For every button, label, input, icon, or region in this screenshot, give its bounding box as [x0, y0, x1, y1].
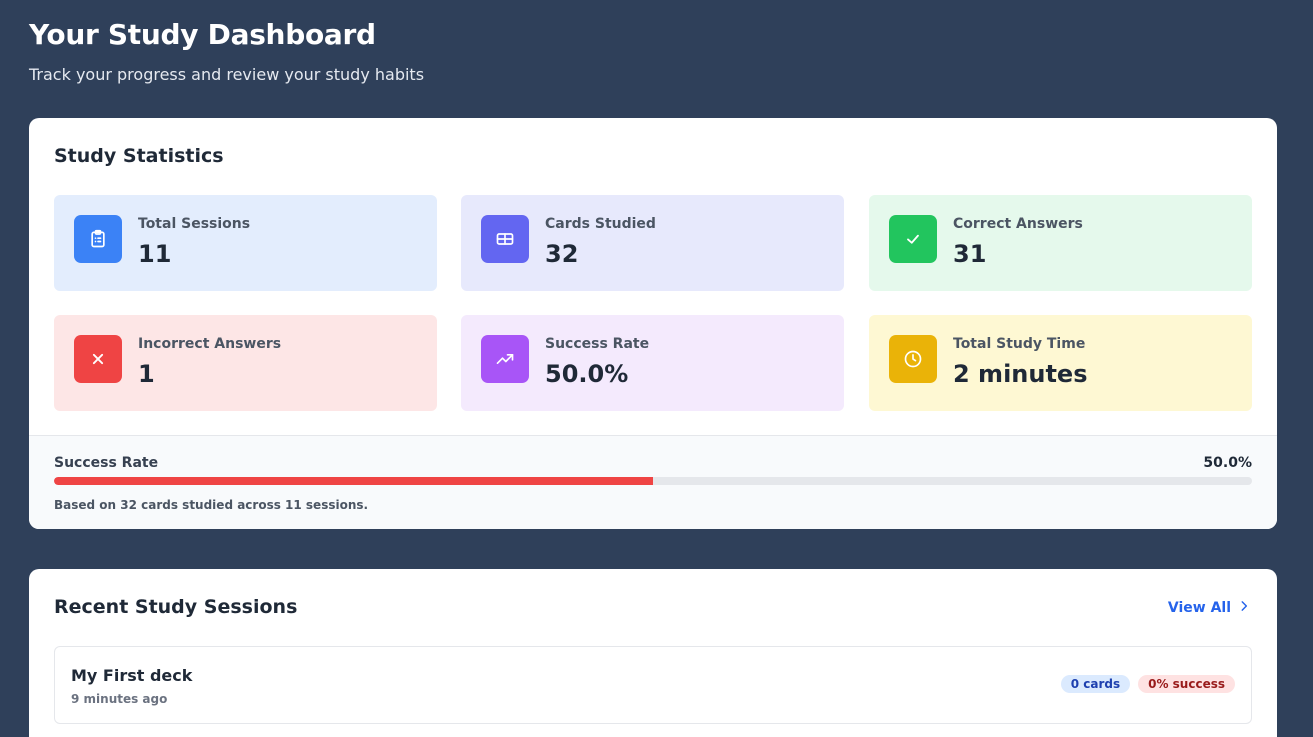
check-icon	[889, 215, 937, 263]
stat-value: 50.0%	[545, 360, 629, 388]
success-rate-progress-bar	[54, 477, 1252, 485]
study-statistics-title: Study Statistics	[54, 145, 224, 167]
stat-tile-success-rate: Success Rate 50.0%	[461, 315, 844, 411]
cards-count-badge: 0 cards	[1060, 675, 1131, 693]
success-rate-section: Success Rate 50.0% Based on 32 cards stu…	[29, 435, 1277, 529]
stat-tile-total-sessions: Total Sessions 11	[54, 195, 437, 291]
session-list-item[interactable]: My First deck 9 minutes ago 0 cards 0% s…	[54, 646, 1252, 724]
stat-value: 1	[138, 360, 155, 388]
progress-note: Based on 32 cards studied across 11 sess…	[54, 498, 369, 512]
stat-tile-cards-studied: Cards Studied 32	[461, 195, 844, 291]
stat-value: 32	[545, 240, 579, 268]
page-title: Your Study Dashboard	[29, 18, 376, 51]
progress-fill	[54, 477, 653, 485]
recent-sessions-card: Recent Study Sessions View All My First …	[29, 569, 1277, 737]
stat-label: Incorrect Answers	[138, 336, 282, 352]
session-timestamp: 9 minutes ago	[71, 692, 168, 706]
recent-sessions-title: Recent Study Sessions	[54, 596, 298, 618]
chevron-right-icon	[1237, 599, 1251, 617]
dashboard-page: Your Study Dashboard Track your progress…	[0, 0, 1313, 737]
success-badge: 0% success	[1138, 675, 1235, 693]
clock-icon	[889, 335, 937, 383]
stat-value: 2 minutes	[953, 360, 1088, 388]
progress-value: 50.0%	[1203, 455, 1252, 471]
view-all-label: View All	[1167, 600, 1231, 616]
study-statistics-card: Study Statistics Total Sessions 11 Cards…	[29, 118, 1277, 529]
stat-label: Total Sessions	[138, 216, 251, 232]
trending-up-icon	[481, 335, 529, 383]
progress-label: Success Rate	[54, 455, 159, 471]
stat-value: 31	[953, 240, 987, 268]
stat-tile-correct-answers: Correct Answers 31	[869, 195, 1252, 291]
stat-tile-incorrect-answers: Incorrect Answers 1	[54, 315, 437, 411]
session-deck-title: My First deck	[71, 666, 193, 685]
stat-label: Cards Studied	[545, 216, 656, 232]
clipboard-icon	[74, 215, 122, 263]
session-badges: 0 cards 0% success	[1060, 675, 1235, 693]
stat-label: Total Study Time	[953, 336, 1086, 352]
cards-icon	[481, 215, 529, 263]
stat-label: Correct Answers	[953, 216, 1083, 232]
view-all-link[interactable]: View All	[1168, 599, 1251, 617]
x-icon	[74, 335, 122, 383]
stat-value: 11	[138, 240, 172, 268]
stat-label: Success Rate	[545, 336, 650, 352]
page-subtitle: Track your progress and review your stud…	[29, 65, 425, 84]
stat-tile-total-study-time: Total Study Time 2 minutes	[869, 315, 1252, 411]
